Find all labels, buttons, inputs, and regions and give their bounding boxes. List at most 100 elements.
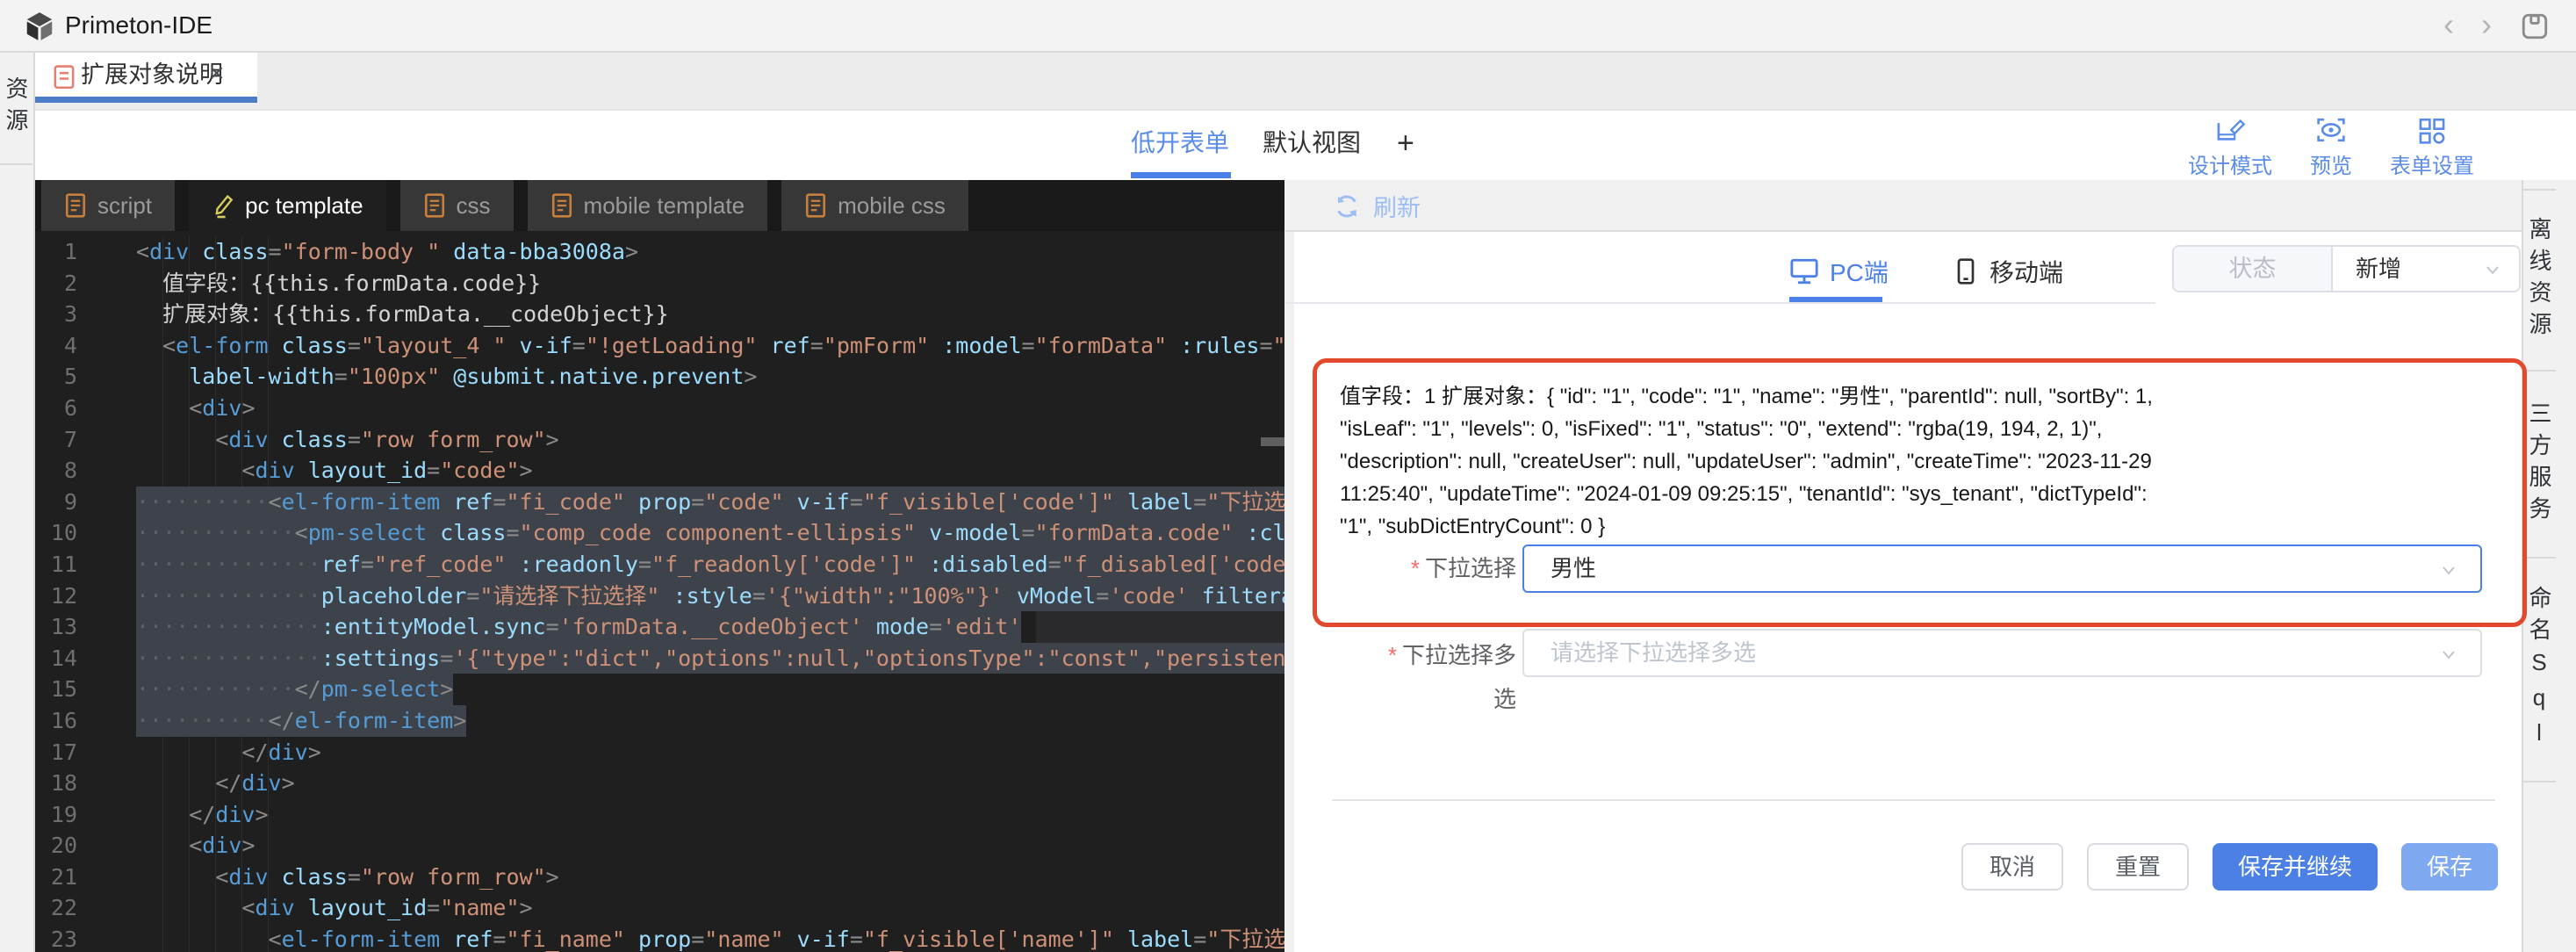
code-line[interactable]: 21 <div class="row form_row"> [35,862,1284,893]
code-line[interactable]: 3 扩展对象：{{this.formData.__codeObject}} [35,299,1284,330]
line-number: 7 [35,424,77,456]
code-text: <div class="row form_row"> [136,862,559,893]
code-line[interactable]: 22 <div layout_id="name"> [35,892,1284,924]
result-line: "isLeaf": "1", "levels": 0, "isFixed": "… [1340,413,2500,445]
status-label: 状态 [2174,247,2333,291]
code-text: ··············:entityModel.sync='formDat… [136,611,1021,643]
reset-button[interactable]: 重置 [2087,843,2189,891]
tab-mobile[interactable]: 移动端 [1953,254,2063,289]
code-text: 扩展对象：{{this.formData.__codeObject}} [136,299,669,330]
code-line[interactable]: 13··············:entityModel.sync='formD… [35,611,1284,643]
form-settings-button[interactable]: 表单设置 [2371,116,2493,179]
code-area[interactable]: 1<div class="form-body " data-bba3008a>2… [35,231,1284,952]
editor-tab-mobile-template[interactable]: mobile template [528,180,768,231]
status-value[interactable]: 新增 [2333,247,2519,291]
design-mode-label: 设计模式 [2188,148,2272,179]
editor-tab-mobile-css[interactable]: mobile css [781,180,968,231]
document-tab[interactable]: 扩展对象说明 × [35,53,257,103]
line-number: 6 [35,393,77,424]
line-number: 16 [35,705,77,737]
form-settings-icon [2417,116,2447,144]
code-line[interactable]: 12··············placeholder="请选择下拉选择" :s… [35,581,1284,612]
code-editor[interactable]: script pc template css mobile template mobil… [35,180,1284,952]
result-line: 值字段：1 扩展对象：{ "id": "1", "code": "1", "na… [1340,380,2500,413]
app-logo-icon [23,10,56,43]
right-rail: 数据源离线资源三方服务命名Sql [2522,53,2576,952]
line-number: 19 [35,799,77,831]
code-line[interactable]: 4 <el-form class="layout_4 " v-if="!getL… [35,330,1284,362]
editor-tab-script[interactable]: script [41,180,175,231]
monitor-icon [1789,257,1819,285]
right-rail-item[interactable]: 三方服务 [2523,371,2556,559]
nav-forward-icon[interactable]: › [2481,0,2492,49]
line-number: 4 [35,330,77,362]
code-line[interactable]: 20 <div> [35,830,1284,862]
code-line[interactable]: 15············</pm-select> [35,674,1284,705]
divider [1332,799,2495,801]
editor-tab-label: mobile template [584,192,745,220]
select-value: 男性 [1551,555,1596,581]
code-line[interactable]: 10············<pm-select class="comp_cod… [35,517,1284,549]
line-number: 12 [35,581,77,612]
add-view-button[interactable]: + [1397,111,1414,176]
tab-pc[interactable]: PC端 [1789,254,1889,289]
tab-default-view[interactable]: 默认视图 [1263,111,1361,176]
code-line[interactable]: 23 <el-form-item ref="fi_name" prop="nam… [35,924,1284,952]
code-line[interactable]: 19 </div> [35,799,1284,831]
save-and-continue-button[interactable]: 保存并继续 [2213,843,2378,891]
field-label-text: 下拉选择多选 [1402,642,1516,712]
code-text: <el-form-item ref="fi_name" prop="name" … [136,924,1284,952]
nav-back-icon[interactable]: ‹ [2443,0,2454,49]
line-number: 17 [35,737,77,768]
select-dropdown[interactable]: 男性 [1522,545,2482,593]
line-number: 2 [35,268,77,299]
multiselect-dropdown[interactable]: 请选择下拉选择多选 [1522,629,2482,677]
save-button[interactable]: 保存 [2401,843,2498,891]
code-line[interactable]: 6 <div> [35,393,1284,424]
document-tab-bar: 扩展对象说明 × [35,53,2576,109]
editor-tab-label: script [97,192,152,220]
code-line[interactable]: 18 </div> [35,768,1284,799]
left-rail-item[interactable]: 资源 [0,53,32,165]
document-tab-label: 扩展对象说明 [81,53,223,97]
refresh-icon [1333,192,1361,220]
refresh-toolbar: 刷新 [1285,180,2522,232]
code-line[interactable]: 9··········<el-form-item ref="fi_code" p… [35,487,1284,518]
code-line[interactable]: 17 </div> [35,737,1284,768]
close-icon[interactable]: × [209,53,225,95]
phone-icon [1953,257,1979,285]
code-line[interactable]: 8 <div layout_id="code"> [35,455,1284,487]
right-rail-item[interactable]: 命名Sql [2523,559,2556,783]
code-text: ··············:settings='{"type":"dict",… [136,643,1284,674]
tab-low-code-form[interactable]: 低开表单 [1131,111,1229,176]
scrollbar-thumb[interactable] [1261,437,1284,446]
line-number: 3 [35,299,77,330]
status-select[interactable]: 状态 新增 [2172,245,2521,292]
refresh-label: 刷新 [1373,189,1421,223]
code-line[interactable]: 2 值字段：{{this.formData.code}} [35,268,1284,299]
editor-tab-pc-template[interactable]: pc template [189,180,385,231]
form-settings-label: 表单设置 [2390,148,2474,179]
code-text: label-width="100px" @submit.native.preve… [136,361,757,393]
line-number: 8 [35,455,77,487]
cancel-button[interactable]: 取消 [1961,843,2063,891]
line-number: 5 [35,361,77,393]
select-placeholder: 请选择下拉选择多选 [1551,639,1756,666]
line-number: 22 [35,892,77,924]
right-rail-item[interactable]: 离线资源 [2523,191,2556,371]
refresh-button[interactable]: 刷新 [1333,189,1421,223]
result-line: "1", "subDictEntryCount": 0 } [1340,510,2500,543]
editor-tab-strip: script pc template css mobile template mobil… [35,180,1284,231]
code-line[interactable]: 14··············:settings='{"type":"dict… [35,643,1284,674]
file-icon [550,192,573,219]
code-line[interactable]: 1<div class="form-body " data-bba3008a> [35,236,1284,268]
editor-tab-css[interactable]: css [400,180,514,231]
field-label-multiselect: *下拉选择多选 [1367,629,1516,721]
code-line[interactable]: 16··········</el-form-item> [35,705,1284,737]
save-icon[interactable] [2520,11,2550,41]
code-line[interactable]: 7 <div class="row form_row"> [35,424,1284,456]
code-line[interactable]: 11··············ref="ref_code" :readonly… [35,549,1284,581]
line-number: 20 [35,830,77,862]
document-icon [53,64,76,89]
code-line[interactable]: 5 label-width="100px" @submit.native.pre… [35,361,1284,393]
